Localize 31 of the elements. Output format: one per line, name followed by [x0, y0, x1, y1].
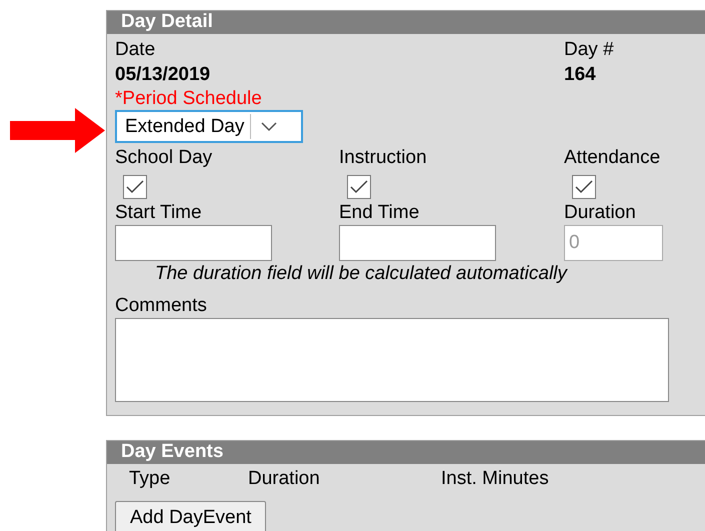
checkbox-label: School Day: [115, 146, 214, 169]
checkbox[interactable]: [572, 175, 596, 199]
field-label: End Time: [339, 201, 420, 224]
checkbox[interactable]: [123, 175, 147, 199]
panel-header: Day Detail: [107, 11, 705, 34]
column-header: Type: [129, 468, 170, 489]
column-header: Duration: [248, 468, 320, 489]
field-value: 164: [564, 63, 597, 86]
column-header: Inst. Minutes: [441, 468, 549, 489]
field-label: *Period Schedule: [115, 87, 263, 110]
checkmark-icon: [575, 180, 593, 194]
checkmark-icon: [350, 180, 368, 194]
checkbox-label: Attendance: [564, 146, 662, 169]
field-label: Day #: [564, 38, 615, 61]
period-schedule-dropdown[interactable]: Extended Day: [115, 110, 303, 143]
field-label: Date: [115, 38, 156, 61]
field-label: Start Time: [115, 201, 203, 224]
comments-label: Comments: [115, 294, 208, 317]
panel-header: Day Events: [107, 441, 705, 464]
checkbox[interactable]: [347, 175, 371, 199]
field-label: Duration: [564, 201, 637, 224]
caret-icon: [261, 122, 278, 132]
note-text: The duration field will be calculated automatically: [154, 262, 569, 285]
field-value: 05/13/2019: [115, 63, 212, 86]
arrow-icon: [10, 108, 105, 153]
time-field[interactable]: [115, 225, 272, 261]
add-day-event-button[interactable]: Add DayEvent: [115, 501, 266, 531]
checkmark-icon: [126, 180, 144, 194]
checkbox-label: Instruction: [339, 146, 428, 169]
time-field[interactable]: [339, 225, 496, 261]
comments-field[interactable]: [115, 318, 669, 402]
